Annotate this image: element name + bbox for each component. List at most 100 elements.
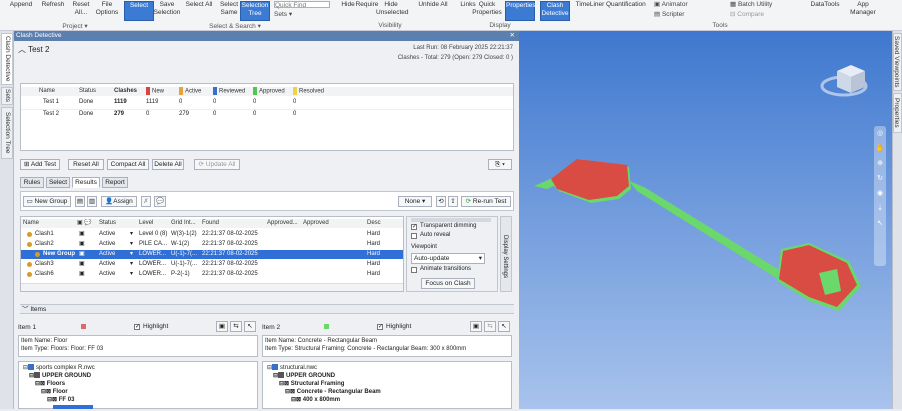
col-clashes[interactable]: Clashes — [114, 87, 137, 96]
ungroup-icon-button[interactable]: ▥ — [87, 196, 97, 207]
ribbon-button[interactable]: DataTools — [810, 1, 840, 21]
item1-cursor-icon-button[interactable]: ↖ — [244, 321, 256, 332]
col-reviewed[interactable]: Reviewed — [213, 87, 245, 97]
ribbon-button[interactable]: Clash Detective — [540, 1, 570, 21]
item2-tree-node[interactable]: ⊟ structural.nwc — [267, 364, 317, 371]
rtab-saved-viewpoints[interactable]: Saved Viewpoints — [893, 33, 902, 91]
reset-all-button[interactable]: Reset All — [68, 159, 104, 170]
item1-return-icon-button[interactable]: ⇆ — [230, 321, 242, 332]
viewpoint-icon[interactable]: ▣ — [79, 250, 85, 259]
ribbon-button[interactable]: App Manager — [848, 1, 878, 21]
ribbon-button[interactable]: Save Selection — [152, 1, 182, 21]
vtab-selection-tree[interactable]: Selection Tree — [1, 107, 13, 159]
col-active[interactable]: Active — [179, 87, 201, 97]
item1-color-swatch[interactable] — [81, 324, 86, 329]
focus-on-clash-button[interactable]: Focus on Clash — [421, 278, 475, 289]
test-row[interactable]: Test 1 Done 1119 1119 0 0 0 0 — [21, 98, 513, 107]
assign-button[interactable]: 👤Assign — [101, 196, 137, 207]
item2-color-swatch[interactable] — [324, 324, 329, 329]
results-row[interactable]: ▣ ▾ Clash3 Active LOWER... U(-1)-7(... 22:21:3… — [21, 260, 403, 269]
view-cube-icon[interactable] — [820, 65, 868, 97]
item1-highlight-checkbox[interactable]: ✓ — [134, 324, 140, 330]
ribbon-button[interactable]: Refresh — [38, 1, 68, 21]
zoom-icon[interactable]: ⊕ — [874, 156, 886, 171]
ribbon-button[interactable]: Select All — [184, 1, 214, 21]
rtab-properties[interactable]: Properties — [893, 93, 902, 133]
test-row[interactable]: Test 2 Done 279 0 279 0 0 0 — [21, 109, 513, 118]
item2-tree-node[interactable]: ⊟⊠ Structural Framing — [279, 380, 344, 387]
ribbon-button[interactable]: Unhide All — [418, 1, 448, 21]
item2-tree-node[interactable]: ⊟ UPPER GROUND — [273, 372, 335, 379]
item1-select-icon-button[interactable]: ▣ — [216, 321, 228, 332]
viewpoint-dropdown[interactable]: Auto-update ▾ — [411, 253, 485, 264]
viewpoint-icon[interactable]: ▣ — [79, 230, 85, 239]
test-header[interactable]: ︿ Test 2 — [18, 44, 49, 55]
status-dropdown-icon[interactable]: ▾ — [130, 270, 133, 279]
transparent-dimming-checkbox[interactable]: ✓ — [411, 224, 417, 230]
export-dropdown-button[interactable]: ⎘ ▾ — [488, 159, 512, 170]
rcol-name[interactable]: Name — [23, 219, 39, 228]
auto-reveal-checkbox[interactable] — [411, 233, 417, 239]
sets-dropdown[interactable]: Sets ▾ — [274, 10, 292, 18]
refresh-icon-button[interactable]: ⟲ — [436, 196, 446, 207]
rerun-test-button[interactable]: ⟳ Re-run Test — [461, 196, 511, 207]
col-name[interactable]: Name — [39, 87, 55, 96]
navigation-bar[interactable]: ◎ ✋ ⊕ ↻ ◉ ⇣ ↖ — [874, 126, 886, 266]
col-resolved[interactable]: Resolved — [293, 87, 324, 97]
item2-highlight-checkbox[interactable]: ✓ — [377, 324, 383, 330]
ribbon-button[interactable]: Properties — [505, 1, 536, 21]
items-section-header[interactable]: ﹀ Items — [20, 304, 514, 314]
update-all-button[interactable]: ⟳ Update All — [194, 159, 240, 170]
compare-button[interactable]: ⊟ Compare — [730, 10, 764, 18]
select-icon[interactable]: ↖ — [874, 216, 886, 231]
rcol-desc[interactable]: Desc — [367, 219, 381, 228]
comment-icon-button[interactable]: 💬 — [154, 196, 166, 207]
viewpoint-icon[interactable]: ▣ — [79, 260, 85, 269]
animate-transitions-checkbox[interactable] — [411, 267, 417, 273]
item1-tree-node[interactable]: ⊟⊠ Floor — [41, 388, 68, 395]
results-group-row[interactable]: ▣ ▾ New Group Active LOWER... U(-1)-7(... 22:2… — [21, 250, 403, 259]
display-settings-side-tab[interactable]: Display Settings — [500, 216, 512, 292]
item1-tree-node[interactable]: ⊟ UPPER GROUND — [29, 372, 91, 379]
results-vscroll[interactable] — [384, 225, 396, 285]
rcol-approved-by[interactable]: Approved... — [267, 219, 298, 228]
add-test-button[interactable]: ⊞ Add Test — [20, 159, 60, 170]
delete-all-button[interactable]: Delete All — [152, 159, 184, 170]
ribbon-button[interactable]: Selection Tree — [240, 1, 270, 21]
rcol-approved[interactable]: Approved — [303, 219, 329, 228]
ribbon-button[interactable]: Quick Properties — [472, 1, 502, 21]
rcol-level[interactable]: Level — [139, 219, 153, 228]
rcol-status[interactable]: Status — [99, 219, 116, 228]
ribbon-button[interactable]: File Options — [92, 1, 122, 21]
tab-rules[interactable]: Rules — [20, 177, 44, 188]
ribbon-button[interactable]: Append — [6, 1, 36, 21]
item1-selected-node[interactable] — [53, 405, 93, 409]
col-new[interactable]: New — [146, 87, 164, 97]
status-dropdown-icon[interactable]: ▾ — [130, 260, 133, 269]
panel-close-icon[interactable]: ✕ — [510, 31, 515, 41]
item2-cursor-icon-button[interactable]: ↖ — [498, 321, 510, 332]
item1-tree-node[interactable]: ⊟⊠ Floors — [35, 380, 65, 387]
col-approved[interactable]: Approved — [253, 87, 285, 97]
rcol-found[interactable]: Found — [202, 219, 219, 228]
walk-icon[interactable]: ⇣ — [874, 201, 886, 216]
vtab-clash-detective[interactable]: Clash Detective — [1, 33, 13, 85]
item2-return-icon-button[interactable]: ⇆ — [484, 321, 496, 332]
status-dropdown-icon[interactable]: ▾ — [130, 230, 133, 239]
item1-tree-node[interactable]: ⊟⊠ FF 03 — [47, 396, 74, 403]
item1-tree-node[interactable]: ⊟ sports complex R.nwc — [23, 364, 95, 371]
status-dropdown-icon[interactable]: ▾ — [130, 250, 133, 259]
new-group-button[interactable]: ▭ New Group — [23, 196, 71, 207]
viewpoint-icon[interactable]: ▣ — [79, 270, 85, 279]
compact-all-button[interactable]: Compact All — [107, 159, 149, 170]
tab-report[interactable]: Report — [102, 177, 128, 188]
results-hscroll[interactable] — [21, 283, 403, 291]
pan-icon[interactable]: ✋ — [874, 141, 886, 156]
animator-button[interactable]: ▣ Animator — [654, 0, 688, 8]
orbit-icon[interactable]: ↻ — [874, 171, 886, 186]
quick-find-input[interactable]: Quick Find — [274, 1, 330, 9]
ribbon-button[interactable]: Quantification — [606, 1, 646, 21]
status-dropdown-icon[interactable]: ▾ — [130, 240, 133, 249]
tab-select[interactable]: Select — [46, 177, 70, 188]
ribbon-button[interactable]: Select — [124, 1, 154, 21]
